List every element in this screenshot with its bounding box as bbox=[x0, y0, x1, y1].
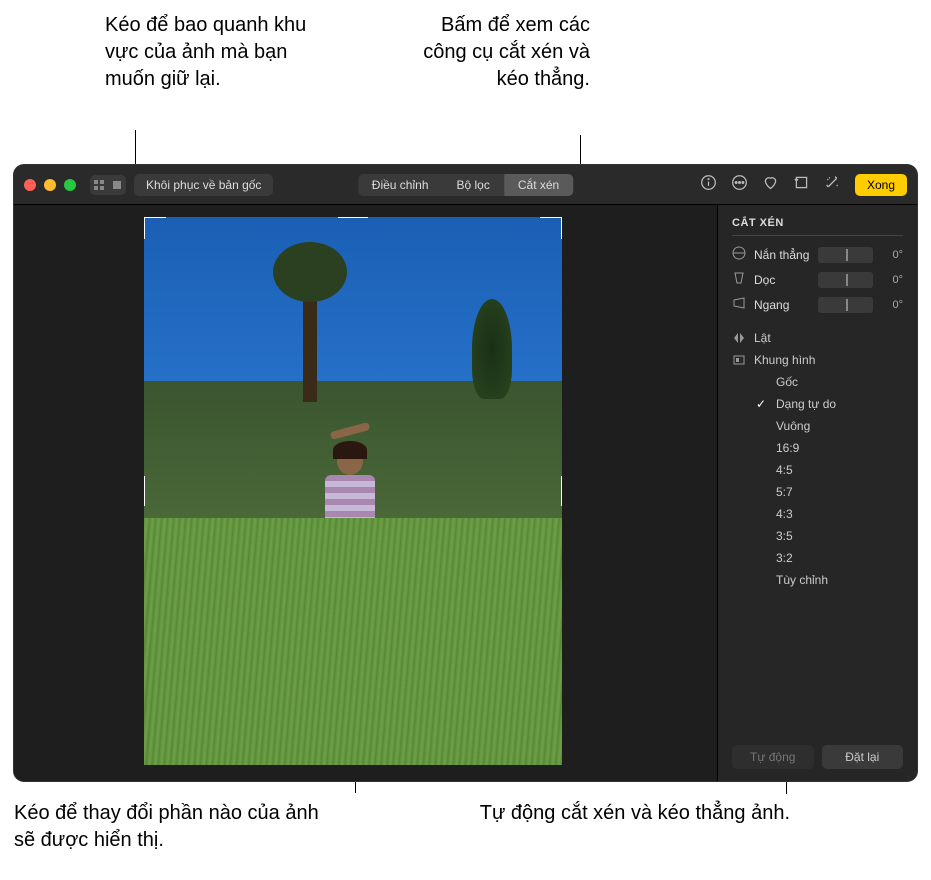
frame-label: Khung hình bbox=[754, 353, 815, 367]
slider-label: Nắn thẳng bbox=[754, 248, 810, 262]
aspect-label: Tùy chỉnh bbox=[776, 573, 828, 587]
aspect-list: Gốc ✓Dạng tự do Vuông 16:9 4:5 5:7 4:3 3… bbox=[732, 371, 903, 591]
crop-handle-br[interactable] bbox=[540, 743, 562, 765]
straighten-slider[interactable]: Nắn thẳng 0° bbox=[732, 246, 903, 263]
sidebar-footer: Tự động Đặt lại bbox=[732, 735, 903, 769]
slider-value: 0° bbox=[881, 299, 903, 311]
rotate-icon[interactable] bbox=[793, 174, 810, 196]
aspect-label: 3:2 bbox=[776, 551, 793, 565]
tab-adjust[interactable]: Điều chỉnh bbox=[358, 174, 443, 196]
aspect-169[interactable]: 16:9 bbox=[756, 437, 903, 459]
enhance-icon[interactable] bbox=[824, 174, 841, 196]
content-area: CẮT XÉN Nắn thẳng 0° Dọc 0° Ngang 0° bbox=[14, 205, 917, 781]
minimize-icon[interactable] bbox=[44, 179, 56, 191]
info-icon[interactable] bbox=[700, 174, 717, 196]
photos-edit-window: Khôi phục về bản gốc Điều chỉnh Bộ lọc C… bbox=[14, 165, 917, 781]
slider-track[interactable] bbox=[818, 272, 873, 288]
aspect-label: 4:5 bbox=[776, 463, 793, 477]
crop-handle-bl[interactable] bbox=[144, 743, 166, 765]
single-view-icon[interactable] bbox=[108, 175, 126, 195]
flip-label: Lật bbox=[754, 331, 771, 345]
straighten-icon bbox=[732, 246, 746, 263]
horizontal-slider[interactable]: Ngang 0° bbox=[732, 296, 903, 313]
close-icon[interactable] bbox=[24, 179, 36, 191]
slider-value: 0° bbox=[881, 274, 903, 286]
view-toggle[interactable] bbox=[90, 175, 126, 195]
crop-sidebar: CẮT XÉN Nắn thẳng 0° Dọc 0° Ngang 0° bbox=[717, 205, 917, 781]
slider-label: Dọc bbox=[754, 273, 810, 287]
flip-icon bbox=[732, 331, 746, 345]
aspect-label: Gốc bbox=[776, 375, 798, 389]
aspect-32[interactable]: 3:2 bbox=[756, 547, 903, 569]
aspect-label: 5:7 bbox=[776, 485, 793, 499]
crop-handle-tr[interactable] bbox=[540, 217, 562, 239]
aspect-custom[interactable]: Tùy chỉnh bbox=[756, 569, 903, 591]
horizontal-perspective-icon bbox=[732, 296, 746, 313]
canvas bbox=[14, 205, 717, 781]
slider-track[interactable] bbox=[818, 297, 873, 313]
fullscreen-icon[interactable] bbox=[64, 179, 76, 191]
aspect-label: 3:5 bbox=[776, 529, 793, 543]
crop-handle-left[interactable] bbox=[144, 476, 145, 506]
crop-handle-bottom[interactable] bbox=[338, 764, 368, 765]
slider-value: 0° bbox=[881, 249, 903, 261]
crop-handle-right[interactable] bbox=[561, 476, 562, 506]
slider-label: Ngang bbox=[754, 298, 810, 312]
titlebar: Khôi phục về bản gốc Điều chỉnh Bộ lọc C… bbox=[14, 165, 917, 205]
window-controls[interactable] bbox=[24, 179, 76, 191]
vertical-slider[interactable]: Dọc 0° bbox=[732, 271, 903, 288]
slider-track[interactable] bbox=[818, 247, 873, 263]
grid-view-icon[interactable] bbox=[90, 175, 108, 195]
frame-icon bbox=[732, 353, 746, 367]
aspect-square[interactable]: Vuông bbox=[756, 415, 903, 437]
flip-button[interactable]: Lật bbox=[732, 327, 903, 349]
photo-content bbox=[472, 299, 512, 399]
sidebar-title: CẮT XÉN bbox=[732, 217, 903, 236]
reset-button[interactable]: Đặt lại bbox=[822, 745, 904, 769]
done-button[interactable]: Xong bbox=[855, 174, 907, 196]
tab-crop[interactable]: Cắt xén bbox=[504, 174, 573, 196]
callout-crop-tools: Bấm để xem các công cụ cắt xén và kéo th… bbox=[410, 12, 590, 93]
callout-reposition: Kéo để thay đổi phần nào của ảnh sẽ được… bbox=[14, 800, 324, 854]
favorite-icon[interactable] bbox=[762, 174, 779, 196]
callout-auto: Tự động cắt xén và kéo thẳng ảnh. bbox=[460, 800, 790, 827]
crop-handle-tl[interactable] bbox=[144, 217, 166, 239]
auto-button[interactable]: Tự động bbox=[732, 745, 814, 769]
tab-filter[interactable]: Bộ lọc bbox=[442, 174, 503, 196]
more-icon[interactable] bbox=[731, 174, 748, 196]
aspect-freeform[interactable]: ✓Dạng tự do bbox=[756, 393, 903, 415]
aspect-label: 16:9 bbox=[776, 441, 799, 455]
callout-crop-area: Kéo để bao quanh khu vực của ảnh mà bạn … bbox=[105, 12, 335, 93]
aspect-original[interactable]: Gốc bbox=[756, 371, 903, 393]
photo-content bbox=[303, 272, 317, 402]
crop-frame[interactable] bbox=[144, 217, 562, 765]
aspect-45[interactable]: 4:5 bbox=[756, 459, 903, 481]
aspect-label: Dạng tự do bbox=[776, 397, 836, 411]
revert-button[interactable]: Khôi phục về bản gốc bbox=[134, 174, 273, 196]
aspect-57[interactable]: 5:7 bbox=[756, 481, 903, 503]
vertical-perspective-icon bbox=[732, 271, 746, 288]
frame-header: Khung hình bbox=[732, 349, 903, 371]
photo-content bbox=[320, 447, 380, 627]
aspect-label: Vuông bbox=[776, 419, 810, 433]
aspect-43[interactable]: 4:3 bbox=[756, 503, 903, 525]
aspect-35[interactable]: 3:5 bbox=[756, 525, 903, 547]
crop-handle-top[interactable] bbox=[338, 217, 368, 218]
toolbar-right: Xong bbox=[700, 174, 907, 196]
aspect-label: 4:3 bbox=[776, 507, 793, 521]
edit-tabs: Điều chỉnh Bộ lọc Cắt xén bbox=[358, 174, 573, 196]
